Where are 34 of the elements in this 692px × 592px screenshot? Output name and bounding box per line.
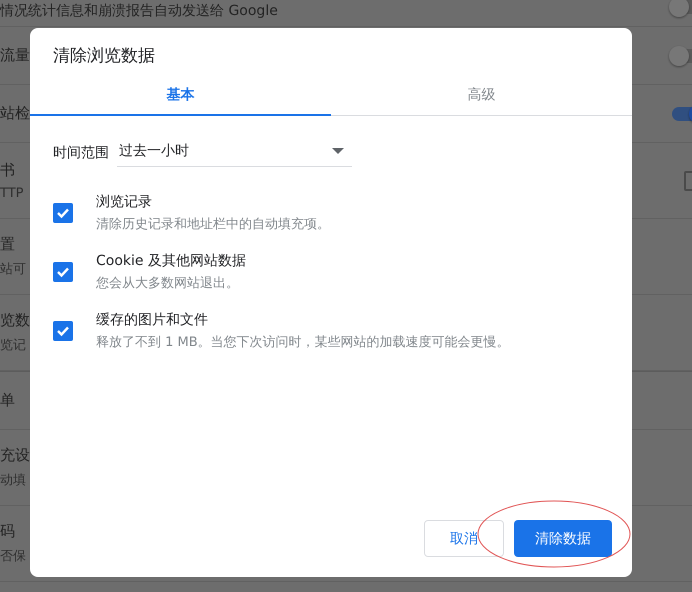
option-description: 您会从大多数网站退出。	[96, 275, 240, 292]
setting-title: 书	[0, 160, 16, 180]
setting-title: 置	[0, 235, 16, 254]
tab[interactable]: 高级	[331, 78, 632, 116]
setting-description: 动填	[0, 472, 27, 489]
option-description: 清除历史记录和地址栏中的自动填充项。	[96, 216, 330, 233]
setting-description: 览记	[0, 337, 27, 354]
checkmark-icon	[56, 207, 70, 219]
setting-title: 充设	[0, 446, 30, 465]
dialog-title: 清除浏览数据	[52, 45, 156, 68]
setting-title: 览数	[0, 311, 30, 330]
checkmark-icon	[56, 266, 70, 278]
checkbox[interactable]	[53, 321, 73, 341]
time-range-label: 时间范围	[53, 144, 109, 162]
checkbox[interactable]	[53, 262, 73, 282]
setting-description: 否保	[0, 548, 26, 565]
setting-description: 站可	[0, 261, 26, 278]
setting-description: TTP	[0, 186, 24, 200]
setting-title: 情况统计信息和崩溃报告自动发送给 Google	[0, 2, 278, 20]
clear-data-button[interactable]: 清除数据	[514, 520, 612, 557]
option-title: 缓存的图片和文件	[96, 311, 209, 329]
option-title: 浏览记录	[96, 193, 153, 211]
setting-title: 流量	[0, 46, 30, 65]
setting-title: 码	[0, 522, 16, 541]
time-range-dropdown[interactable]: 过去一小时	[117, 138, 352, 167]
setting-title: 单	[0, 391, 15, 410]
option-description: 释放了不到 1 MB。当您下次访问时，某些网站的加载速度可能会更慢。	[96, 334, 510, 351]
caret-icon	[332, 148, 344, 154]
checkmark-icon	[56, 325, 70, 337]
tab[interactable]: 基本	[30, 78, 331, 116]
cancel-button[interactable]: 取消	[424, 520, 504, 557]
option-title: Cookie 及其他网站数据	[96, 252, 246, 270]
checkbox[interactable]	[53, 203, 73, 223]
setting-title: 站检	[0, 104, 30, 123]
